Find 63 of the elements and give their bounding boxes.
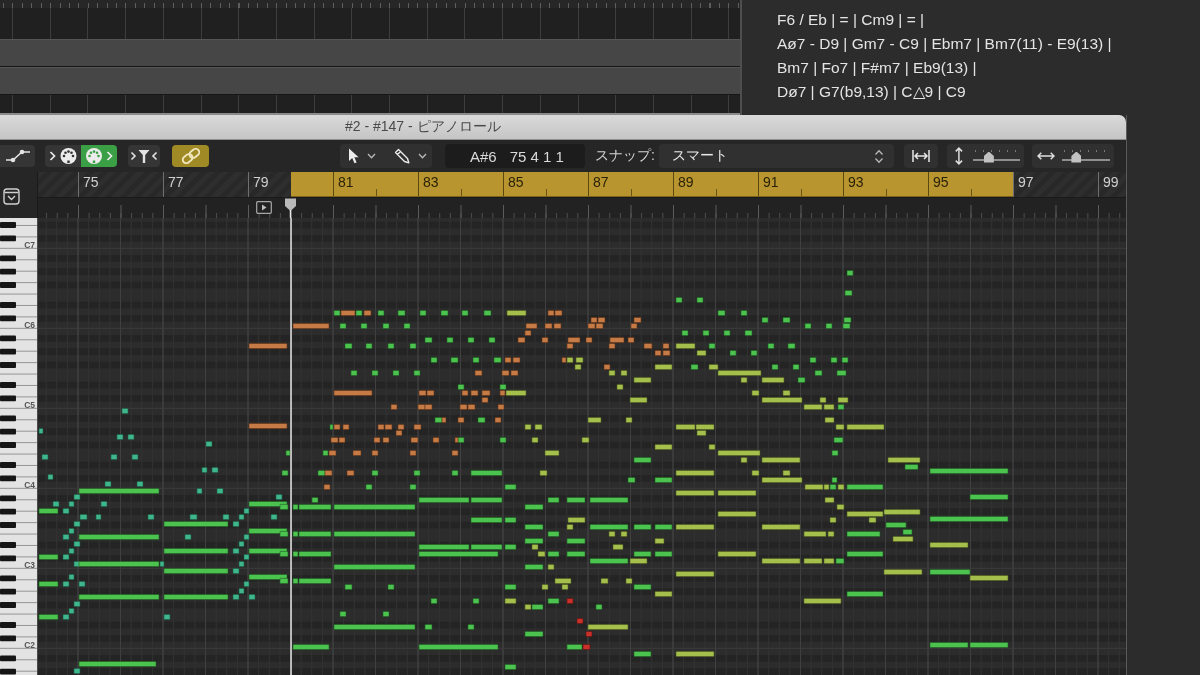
chord-line: Aø7 - D9 | Gm7 - C9 | Ebm7 | Bm7(11) - E9(13) |	[777, 34, 1113, 54]
midi-in-icon	[48, 147, 78, 165]
bar-number: 91	[762, 173, 779, 192]
time-readout: 75 4 1 1	[509, 147, 564, 165]
bar-number: 79	[252, 173, 269, 192]
track-region[interactable]	[0, 39, 740, 67]
piano-keyboard-drawing[interactable]	[0, 218, 38, 675]
chord-line: F6 / Eb | = | Cm9 | = |	[777, 10, 926, 30]
fit-width-icon	[911, 149, 930, 163]
link-button[interactable]	[172, 145, 209, 167]
bar-number: 99	[1102, 173, 1119, 192]
octave-label: C3	[24, 560, 35, 570]
horizontal-arrows-icon	[1036, 151, 1055, 161]
bar-number: 87	[592, 173, 609, 192]
fit-width-button[interactable]	[903, 144, 938, 168]
chord-line: Bm7 | Fo7 | F#m7 | Eb9(13) |	[777, 58, 978, 78]
bar-number: 77	[167, 173, 184, 192]
chevron-box-icon[interactable]	[3, 188, 20, 205]
bar-ruler[interactable]: 75 77 79 81 83 85 87 89 91 93 95 97 99	[38, 172, 1126, 198]
bar-number: 75	[82, 173, 99, 192]
slider-thumb[interactable]	[983, 151, 994, 163]
pitch-readout: A#6	[470, 147, 497, 165]
pencil-icon	[394, 148, 410, 164]
low-velocity-note-series[interactable]	[38, 408, 283, 674]
midi-in-button[interactable]	[45, 145, 81, 167]
cycle-region[interactable]: 81 83 85 87 89 91 93 95	[291, 172, 1013, 197]
bar-number: 97	[1017, 173, 1034, 192]
pencil-tool-button[interactable]	[386, 144, 432, 168]
strong-velocity-note-series[interactable]	[248, 310, 671, 490]
midi-filter-button[interactable]	[128, 145, 160, 167]
updown-chevron-icon	[873, 148, 884, 164]
slider-thumb[interactable]	[1071, 151, 1082, 163]
octave-label: C6	[24, 320, 35, 330]
vertical-arrows-icon	[953, 147, 964, 165]
medium-velocity-note-series[interactable]	[38, 270, 1009, 670]
bar-number: 85	[507, 173, 524, 192]
caret-icon	[418, 153, 427, 159]
octave-label: C5	[24, 400, 35, 410]
link-icon	[179, 147, 202, 165]
peak-velocity-note-series[interactable]	[566, 598, 593, 650]
high-velocity-note-series[interactable]	[504, 310, 1009, 657]
snap-dropdown[interactable]: スマート	[658, 144, 894, 168]
bar-number: 83	[422, 173, 439, 192]
octave-label: C7	[24, 240, 35, 250]
filter-icon	[130, 148, 158, 164]
bar-number: 81	[337, 173, 354, 192]
automation-button[interactable]	[0, 145, 35, 167]
track-region[interactable]	[0, 67, 740, 95]
pointer-tool-button[interactable]	[340, 144, 386, 168]
octave-label: C2	[24, 640, 35, 650]
bar-number: 95	[932, 173, 949, 192]
pointer-icon	[348, 148, 359, 164]
automation-curve-icon	[4, 149, 31, 163]
octave-label: C4	[24, 480, 35, 490]
midi-out-icon	[84, 147, 114, 165]
caret-icon	[367, 153, 376, 159]
bar-number: 93	[847, 173, 864, 192]
chord-line: Dø7 | G7(b9,13) | C△9 | C9	[777, 82, 967, 102]
play-box-icon[interactable]	[256, 201, 272, 214]
snap-label: スナップ:	[595, 147, 655, 165]
window-title: #2 - #147 - ピアノロール	[345, 118, 501, 136]
playhead-handle[interactable]	[284, 198, 297, 218]
bar-number: 89	[677, 173, 694, 192]
